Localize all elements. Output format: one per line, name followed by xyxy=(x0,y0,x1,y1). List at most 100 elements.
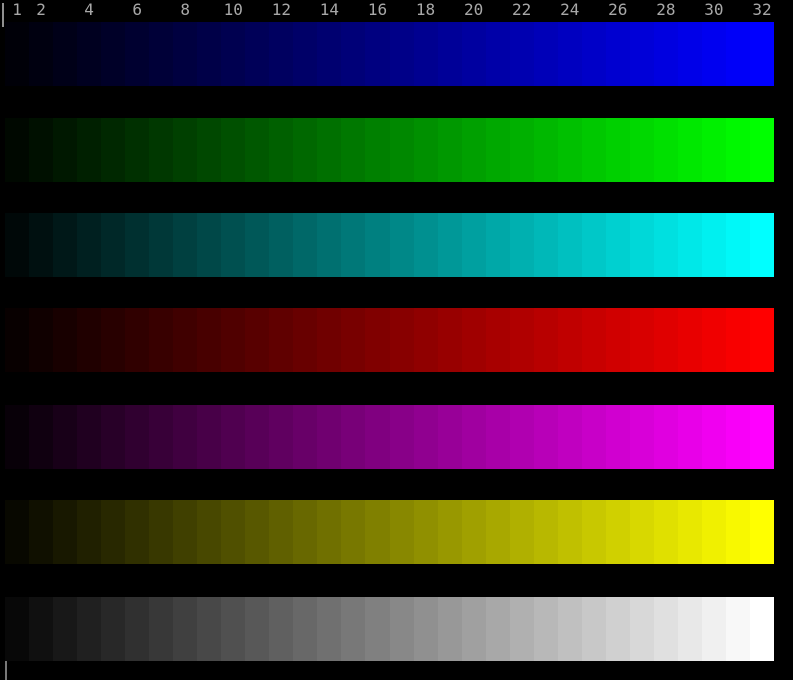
ramp-step xyxy=(293,500,317,564)
ramp-step xyxy=(726,405,750,469)
ramp-step xyxy=(293,308,317,372)
ramp-step xyxy=(173,308,197,372)
ramp-step xyxy=(606,597,630,661)
ramp-step xyxy=(245,118,269,182)
ramp-step xyxy=(125,118,149,182)
ramp-step xyxy=(53,118,77,182)
ramp-step xyxy=(510,597,534,661)
ramp-step xyxy=(534,597,558,661)
ramp-step xyxy=(750,213,774,277)
ramp-step xyxy=(750,308,774,372)
ramp-step xyxy=(390,308,414,372)
ramp-step xyxy=(29,405,53,469)
ramp-step xyxy=(510,405,534,469)
ramp-step xyxy=(630,308,654,372)
ramp-step xyxy=(293,22,317,86)
ramp-bar-gray xyxy=(5,597,774,661)
cursor-top-left xyxy=(2,3,4,27)
ramp-step xyxy=(606,500,630,564)
ramp-step xyxy=(558,597,582,661)
ramp-step xyxy=(149,308,173,372)
ramp-step xyxy=(197,213,221,277)
ramp-step xyxy=(462,308,486,372)
ramp-step xyxy=(53,213,77,277)
ramp-step xyxy=(197,308,221,372)
ramp-step xyxy=(245,405,269,469)
ramp-step xyxy=(365,500,389,564)
ramp-step xyxy=(702,308,726,372)
ramp-step xyxy=(77,118,101,182)
ramp-step xyxy=(606,22,630,86)
ramp-step xyxy=(534,22,558,86)
ramp-step xyxy=(582,308,606,372)
ramp-step xyxy=(365,118,389,182)
ramp-step xyxy=(510,213,534,277)
ramp-step xyxy=(125,213,149,277)
ramp-step xyxy=(317,597,341,661)
ramp-step xyxy=(558,405,582,469)
ramp-step xyxy=(341,500,365,564)
ramp-step xyxy=(726,500,750,564)
ramp-step xyxy=(678,213,702,277)
ramp-bar-yellow xyxy=(5,500,774,564)
ramp-step xyxy=(702,22,726,86)
ramp-step xyxy=(317,118,341,182)
ramp-step xyxy=(630,597,654,661)
ramp-step xyxy=(558,500,582,564)
ramp-step xyxy=(654,597,678,661)
ramp-step xyxy=(582,22,606,86)
ramp-step xyxy=(317,22,341,86)
ramp-step xyxy=(486,405,510,469)
tick-label: 24 xyxy=(560,0,579,20)
ramp-step xyxy=(606,213,630,277)
ramp-step xyxy=(534,500,558,564)
ramp-step xyxy=(269,597,293,661)
ramp-bar-magenta xyxy=(5,405,774,469)
ramp-step xyxy=(77,405,101,469)
ramp-step xyxy=(678,308,702,372)
ramp-step xyxy=(582,597,606,661)
ramp-step xyxy=(414,500,438,564)
ramp-step xyxy=(101,213,125,277)
tick-label: 8 xyxy=(180,0,190,20)
ramp-step xyxy=(269,213,293,277)
ramp-step xyxy=(149,597,173,661)
ramp-step xyxy=(101,500,125,564)
ramp-step xyxy=(365,597,389,661)
ramp-step xyxy=(245,597,269,661)
ramp-step xyxy=(726,213,750,277)
ramp-step xyxy=(534,118,558,182)
ramp-step xyxy=(173,597,197,661)
ramp-step xyxy=(317,405,341,469)
ramp-step xyxy=(245,213,269,277)
ramp-step xyxy=(341,118,365,182)
ramp-step xyxy=(486,22,510,86)
ramp-step xyxy=(510,118,534,182)
ramp-step xyxy=(341,405,365,469)
ramp-step xyxy=(510,500,534,564)
tick-label: 1 xyxy=(12,0,22,20)
ramp-step xyxy=(630,213,654,277)
ramp-step xyxy=(678,118,702,182)
ramp-step xyxy=(269,405,293,469)
ramp-step xyxy=(558,118,582,182)
ramp-step xyxy=(197,22,221,86)
ramp-step xyxy=(438,597,462,661)
ramp-step xyxy=(390,597,414,661)
ramp-step xyxy=(534,405,558,469)
ramp-step xyxy=(702,213,726,277)
ramp-step xyxy=(101,597,125,661)
tick-label: 10 xyxy=(224,0,243,20)
ramp-step xyxy=(221,308,245,372)
ramp-step xyxy=(486,118,510,182)
ramp-step xyxy=(53,405,77,469)
ramp-step xyxy=(5,118,29,182)
ramp-step xyxy=(365,405,389,469)
ramp-step xyxy=(486,597,510,661)
ramp-bar-red xyxy=(5,308,774,372)
ramp-step xyxy=(702,500,726,564)
ramp-step xyxy=(221,213,245,277)
ramp-step xyxy=(726,118,750,182)
ramp-step xyxy=(462,405,486,469)
ramp-step xyxy=(390,405,414,469)
